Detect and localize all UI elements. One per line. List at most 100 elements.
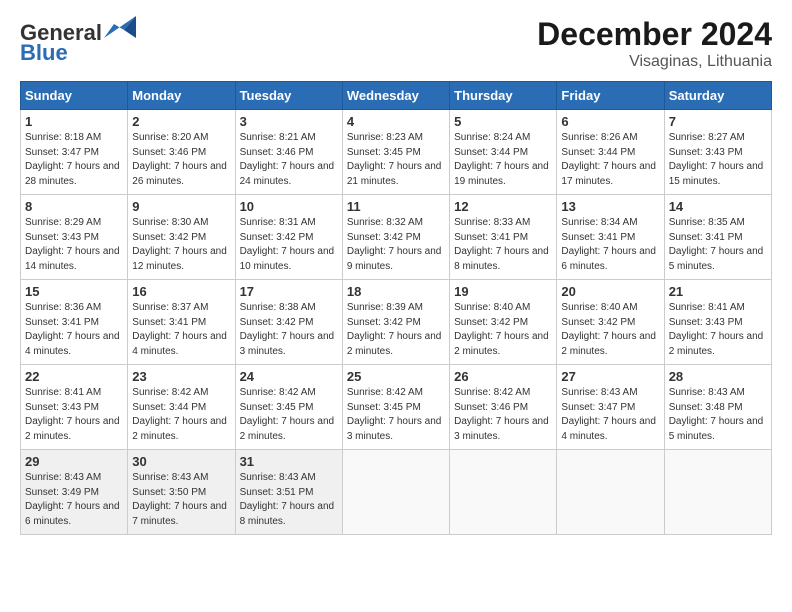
table-row bbox=[342, 450, 449, 535]
day-info: Sunrise: 8:41 AM Sunset: 3:43 PM Dayligh… bbox=[25, 386, 123, 444]
table-row: 5 Sunrise: 8:24 AM Sunset: 3:44 PM Dayli… bbox=[450, 110, 557, 195]
day-info: Sunrise: 8:34 AM Sunset: 3:41 PM Dayligh… bbox=[561, 216, 659, 274]
calendar-week-1: 8 Sunrise: 8:29 AM Sunset: 3:43 PM Dayli… bbox=[21, 195, 772, 280]
day-info: Sunrise: 8:43 AM Sunset: 3:51 PM Dayligh… bbox=[240, 471, 338, 529]
day-info: Sunrise: 8:43 AM Sunset: 3:48 PM Dayligh… bbox=[669, 386, 767, 444]
table-row bbox=[557, 450, 664, 535]
day-info: Sunrise: 8:27 AM Sunset: 3:43 PM Dayligh… bbox=[669, 131, 767, 189]
day-info: Sunrise: 8:37 AM Sunset: 3:41 PM Dayligh… bbox=[132, 301, 230, 359]
col-thursday: Thursday bbox=[450, 82, 557, 110]
day-info: Sunrise: 8:35 AM Sunset: 3:41 PM Dayligh… bbox=[669, 216, 767, 274]
day-info: Sunrise: 8:24 AM Sunset: 3:44 PM Dayligh… bbox=[454, 131, 552, 189]
day-number: 18 bbox=[347, 284, 445, 299]
table-row: 27 Sunrise: 8:43 AM Sunset: 3:47 PM Dayl… bbox=[557, 365, 664, 450]
table-row: 25 Sunrise: 8:42 AM Sunset: 3:45 PM Dayl… bbox=[342, 365, 449, 450]
day-number: 24 bbox=[240, 369, 338, 384]
col-sunday: Sunday bbox=[21, 82, 128, 110]
day-number: 29 bbox=[25, 454, 123, 469]
day-number: 14 bbox=[669, 199, 767, 214]
day-info: Sunrise: 8:41 AM Sunset: 3:43 PM Dayligh… bbox=[669, 301, 767, 359]
calendar-week-3: 22 Sunrise: 8:41 AM Sunset: 3:43 PM Dayl… bbox=[21, 365, 772, 450]
col-saturday: Saturday bbox=[664, 82, 771, 110]
day-number: 12 bbox=[454, 199, 552, 214]
day-number: 23 bbox=[132, 369, 230, 384]
day-info: Sunrise: 8:31 AM Sunset: 3:42 PM Dayligh… bbox=[240, 216, 338, 274]
table-row: 31 Sunrise: 8:43 AM Sunset: 3:51 PM Dayl… bbox=[235, 450, 342, 535]
day-number: 27 bbox=[561, 369, 659, 384]
day-number: 4 bbox=[347, 114, 445, 129]
col-friday: Friday bbox=[557, 82, 664, 110]
logo-blue: Blue bbox=[20, 40, 68, 66]
table-row: 14 Sunrise: 8:35 AM Sunset: 3:41 PM Dayl… bbox=[664, 195, 771, 280]
table-row: 8 Sunrise: 8:29 AM Sunset: 3:43 PM Dayli… bbox=[21, 195, 128, 280]
day-info: Sunrise: 8:43 AM Sunset: 3:49 PM Dayligh… bbox=[25, 471, 123, 529]
day-number: 8 bbox=[25, 199, 123, 214]
day-info: Sunrise: 8:40 AM Sunset: 3:42 PM Dayligh… bbox=[454, 301, 552, 359]
day-info: Sunrise: 8:42 AM Sunset: 3:44 PM Dayligh… bbox=[132, 386, 230, 444]
table-row: 12 Sunrise: 8:33 AM Sunset: 3:41 PM Dayl… bbox=[450, 195, 557, 280]
table-row: 4 Sunrise: 8:23 AM Sunset: 3:45 PM Dayli… bbox=[342, 110, 449, 195]
table-row: 7 Sunrise: 8:27 AM Sunset: 3:43 PM Dayli… bbox=[664, 110, 771, 195]
day-info: Sunrise: 8:29 AM Sunset: 3:43 PM Dayligh… bbox=[25, 216, 123, 274]
header: General Blue December 2024 Visaginas, Li… bbox=[20, 16, 772, 71]
day-number: 17 bbox=[240, 284, 338, 299]
day-number: 26 bbox=[454, 369, 552, 384]
table-row bbox=[450, 450, 557, 535]
table-row: 29 Sunrise: 8:43 AM Sunset: 3:49 PM Dayl… bbox=[21, 450, 128, 535]
table-row: 21 Sunrise: 8:41 AM Sunset: 3:43 PM Dayl… bbox=[664, 280, 771, 365]
logo: General Blue bbox=[20, 16, 136, 66]
col-wednesday: Wednesday bbox=[342, 82, 449, 110]
day-number: 25 bbox=[347, 369, 445, 384]
day-number: 11 bbox=[347, 199, 445, 214]
table-row: 19 Sunrise: 8:40 AM Sunset: 3:42 PM Dayl… bbox=[450, 280, 557, 365]
day-number: 20 bbox=[561, 284, 659, 299]
table-row: 28 Sunrise: 8:43 AM Sunset: 3:48 PM Dayl… bbox=[664, 365, 771, 450]
day-info: Sunrise: 8:42 AM Sunset: 3:46 PM Dayligh… bbox=[454, 386, 552, 444]
page: General Blue December 2024 Visaginas, Li… bbox=[0, 0, 792, 612]
day-info: Sunrise: 8:23 AM Sunset: 3:45 PM Dayligh… bbox=[347, 131, 445, 189]
location: Visaginas, Lithuania bbox=[537, 53, 772, 71]
day-number: 3 bbox=[240, 114, 338, 129]
table-row: 3 Sunrise: 8:21 AM Sunset: 3:46 PM Dayli… bbox=[235, 110, 342, 195]
day-number: 31 bbox=[240, 454, 338, 469]
title-block: December 2024 Visaginas, Lithuania bbox=[537, 16, 772, 71]
table-row: 6 Sunrise: 8:26 AM Sunset: 3:44 PM Dayli… bbox=[557, 110, 664, 195]
day-info: Sunrise: 8:40 AM Sunset: 3:42 PM Dayligh… bbox=[561, 301, 659, 359]
table-row: 13 Sunrise: 8:34 AM Sunset: 3:41 PM Dayl… bbox=[557, 195, 664, 280]
day-info: Sunrise: 8:20 AM Sunset: 3:46 PM Dayligh… bbox=[132, 131, 230, 189]
table-row: 26 Sunrise: 8:42 AM Sunset: 3:46 PM Dayl… bbox=[450, 365, 557, 450]
table-row: 23 Sunrise: 8:42 AM Sunset: 3:44 PM Dayl… bbox=[128, 365, 235, 450]
day-info: Sunrise: 8:18 AM Sunset: 3:47 PM Dayligh… bbox=[25, 131, 123, 189]
table-row bbox=[664, 450, 771, 535]
table-row: 2 Sunrise: 8:20 AM Sunset: 3:46 PM Dayli… bbox=[128, 110, 235, 195]
table-row: 24 Sunrise: 8:42 AM Sunset: 3:45 PM Dayl… bbox=[235, 365, 342, 450]
day-number: 13 bbox=[561, 199, 659, 214]
day-info: Sunrise: 8:33 AM Sunset: 3:41 PM Dayligh… bbox=[454, 216, 552, 274]
table-row: 16 Sunrise: 8:37 AM Sunset: 3:41 PM Dayl… bbox=[128, 280, 235, 365]
table-row: 30 Sunrise: 8:43 AM Sunset: 3:50 PM Dayl… bbox=[128, 450, 235, 535]
day-info: Sunrise: 8:32 AM Sunset: 3:42 PM Dayligh… bbox=[347, 216, 445, 274]
day-number: 28 bbox=[669, 369, 767, 384]
day-number: 2 bbox=[132, 114, 230, 129]
day-number: 1 bbox=[25, 114, 123, 129]
day-number: 22 bbox=[25, 369, 123, 384]
day-info: Sunrise: 8:42 AM Sunset: 3:45 PM Dayligh… bbox=[240, 386, 338, 444]
table-row: 10 Sunrise: 8:31 AM Sunset: 3:42 PM Dayl… bbox=[235, 195, 342, 280]
table-row: 11 Sunrise: 8:32 AM Sunset: 3:42 PM Dayl… bbox=[342, 195, 449, 280]
day-number: 30 bbox=[132, 454, 230, 469]
calendar-week-2: 15 Sunrise: 8:36 AM Sunset: 3:41 PM Dayl… bbox=[21, 280, 772, 365]
day-number: 16 bbox=[132, 284, 230, 299]
calendar-week-4: 29 Sunrise: 8:43 AM Sunset: 3:49 PM Dayl… bbox=[21, 450, 772, 535]
table-row: 22 Sunrise: 8:41 AM Sunset: 3:43 PM Dayl… bbox=[21, 365, 128, 450]
day-info: Sunrise: 8:26 AM Sunset: 3:44 PM Dayligh… bbox=[561, 131, 659, 189]
day-number: 5 bbox=[454, 114, 552, 129]
table-row: 20 Sunrise: 8:40 AM Sunset: 3:42 PM Dayl… bbox=[557, 280, 664, 365]
day-info: Sunrise: 8:43 AM Sunset: 3:50 PM Dayligh… bbox=[132, 471, 230, 529]
day-number: 19 bbox=[454, 284, 552, 299]
day-info: Sunrise: 8:38 AM Sunset: 3:42 PM Dayligh… bbox=[240, 301, 338, 359]
table-row: 15 Sunrise: 8:36 AM Sunset: 3:41 PM Dayl… bbox=[21, 280, 128, 365]
day-info: Sunrise: 8:36 AM Sunset: 3:41 PM Dayligh… bbox=[25, 301, 123, 359]
day-info: Sunrise: 8:43 AM Sunset: 3:47 PM Dayligh… bbox=[561, 386, 659, 444]
calendar-week-0: 1 Sunrise: 8:18 AM Sunset: 3:47 PM Dayli… bbox=[21, 110, 772, 195]
month-title: December 2024 bbox=[537, 16, 772, 53]
